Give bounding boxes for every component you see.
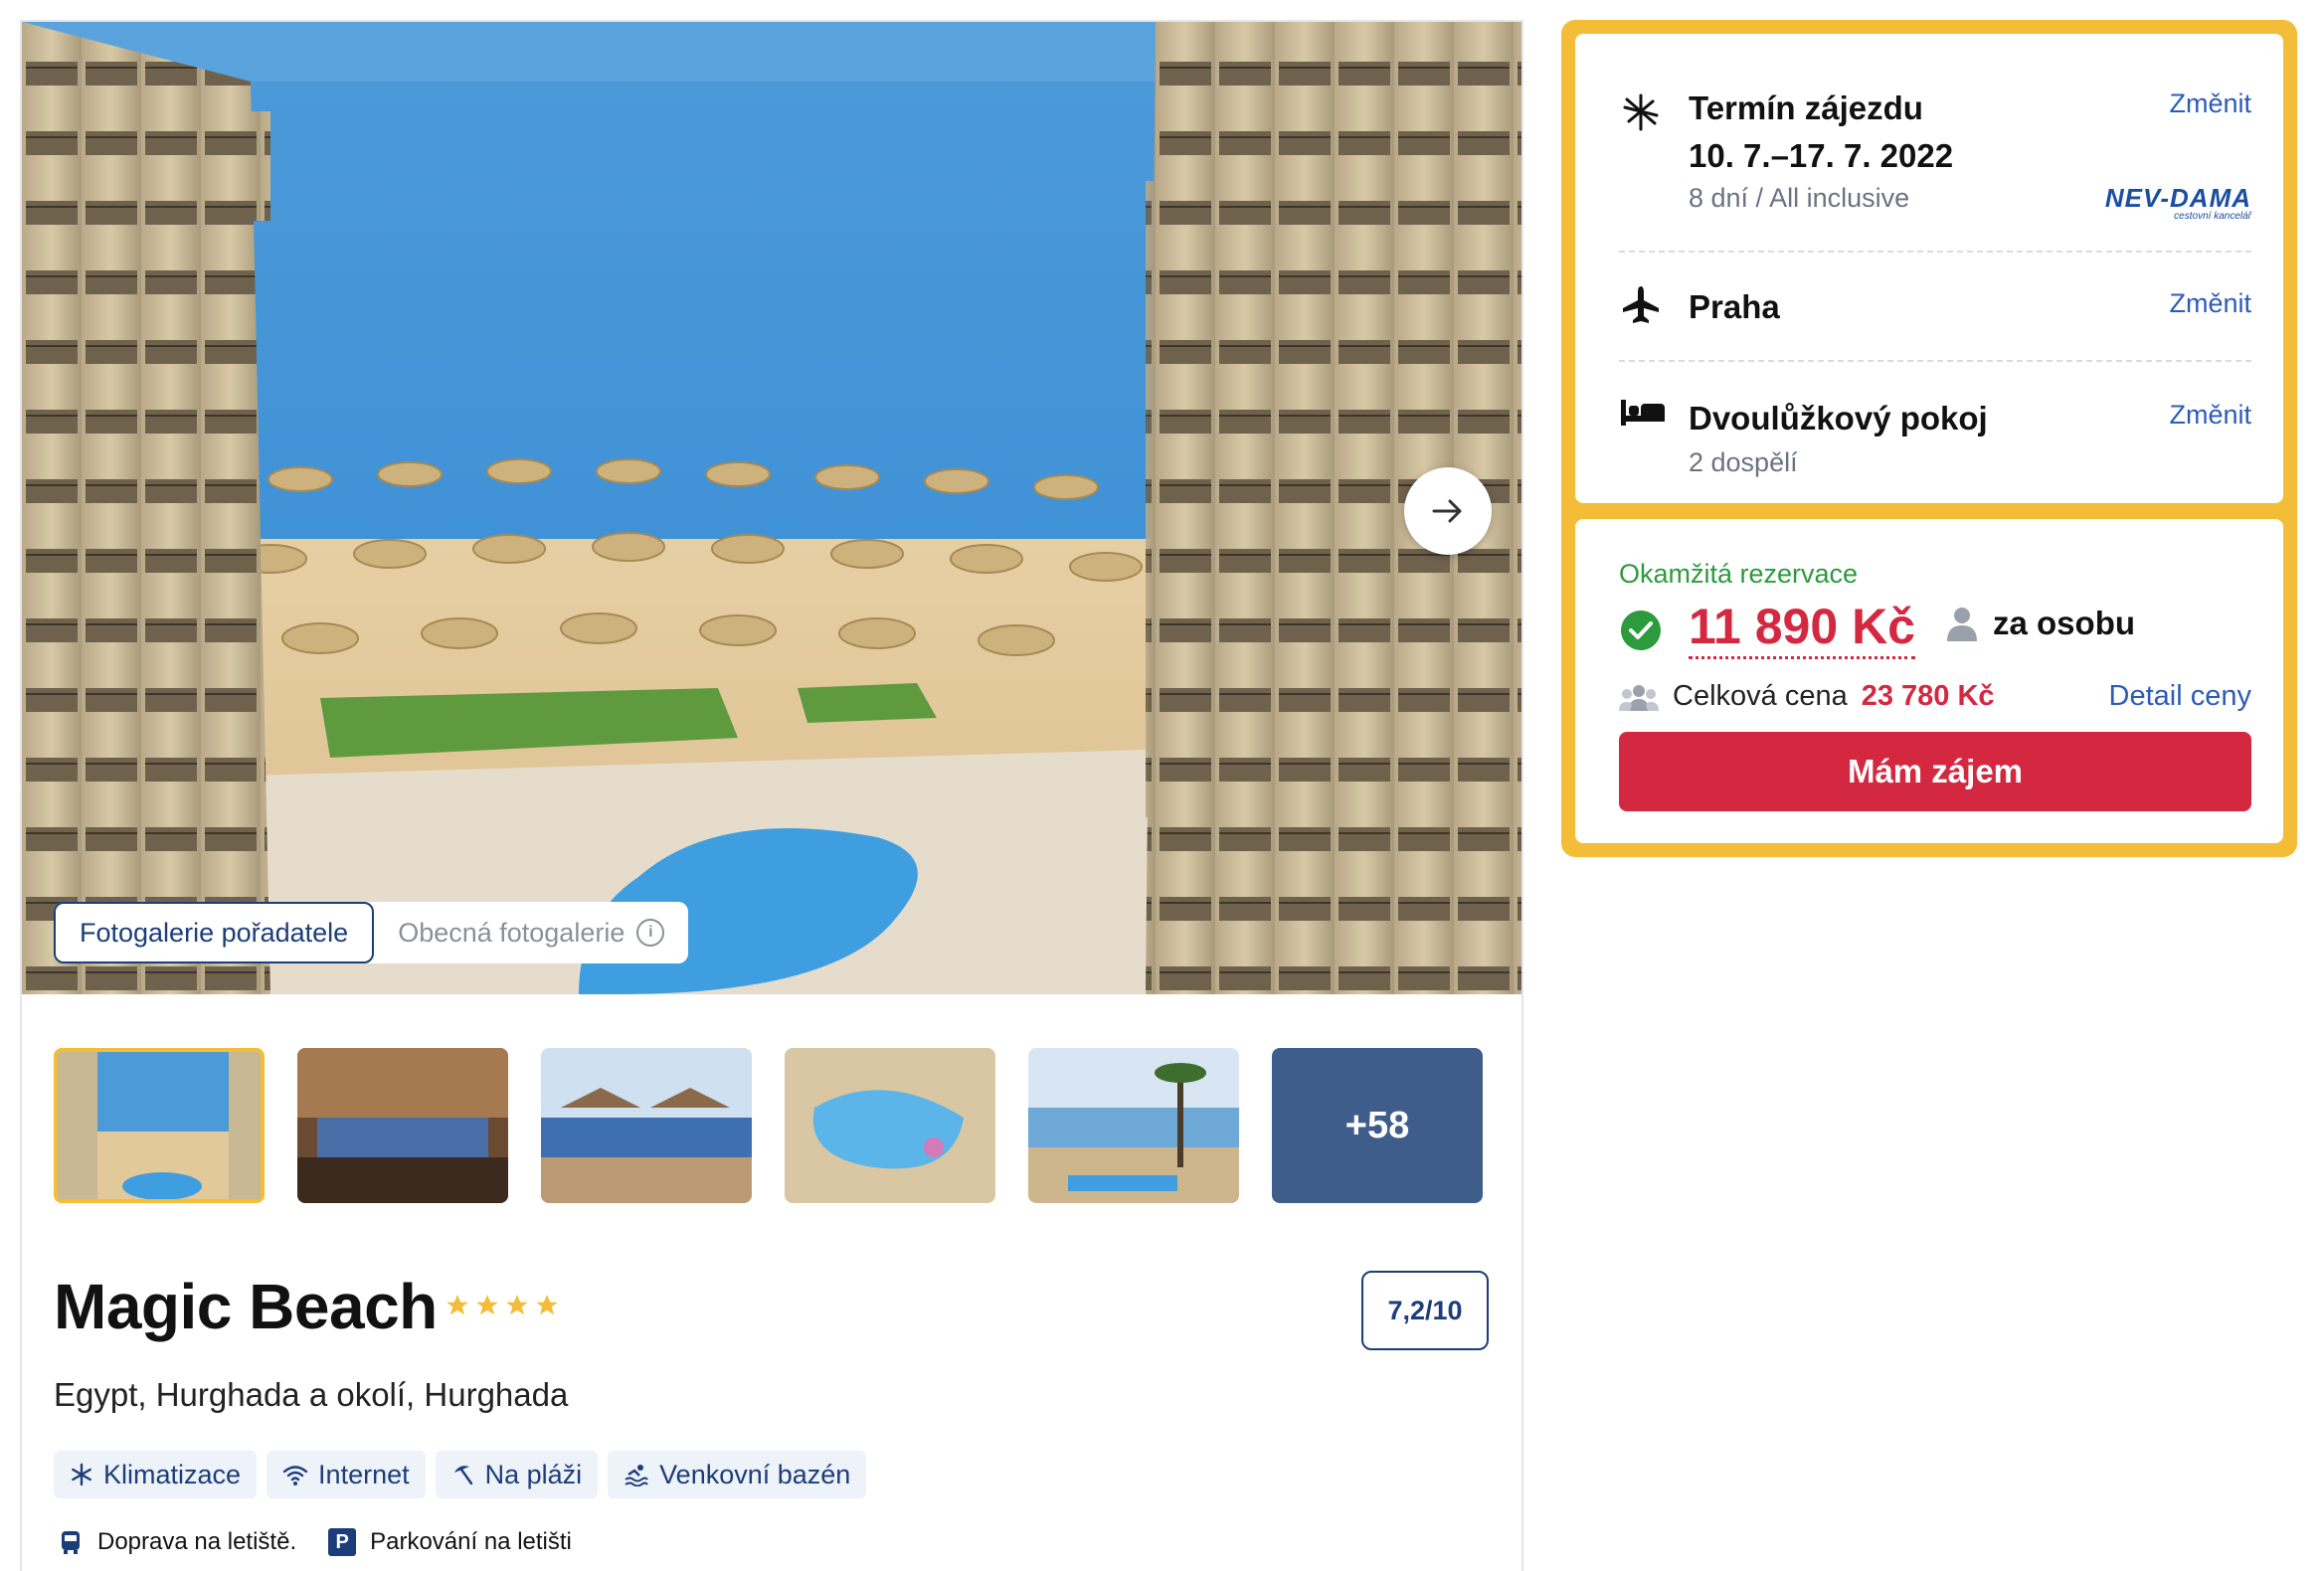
beach-umbrella-icon: [453, 1466, 472, 1485]
bus-icon: [62, 1531, 80, 1554]
change-departure-link[interactable]: Změnit: [2169, 288, 2251, 319]
group-icon: [1619, 684, 1659, 711]
amenity-outdoor-pool: Venkovní bazén: [608, 1451, 867, 1498]
parking-icon: P: [328, 1528, 357, 1556]
total-price-row: Celková cena 23 780 Kč: [1619, 680, 1995, 713]
agency-logo: NEV-DAMA cestovní kancelář: [2105, 185, 2251, 222]
amenity-label: Klimatizace: [103, 1459, 242, 1489]
star-icon: [476, 1295, 498, 1315]
person-icon: [1947, 608, 1977, 641]
more-photos-count: +58: [1344, 1104, 1410, 1146]
price-detail-link[interactable]: Detail ceny: [2109, 680, 2251, 713]
amenity-label: Venkovní bazén: [659, 1459, 851, 1489]
thumbnail-2[interactable]: [297, 1048, 508, 1203]
total-price-value: 23 780 Kč: [1861, 680, 1995, 712]
price-card: Okamžitá rezervace 11 890 Kč za osobu Ce…: [1575, 519, 2283, 843]
gallery-tabs: Fotogalerie pořadatele Obecná fotogaleri…: [54, 902, 689, 963]
tab-organizer-gallery[interactable]: Fotogalerie pořadatele: [54, 902, 375, 963]
arrow-right-icon: [1432, 499, 1462, 523]
bed-icon: [1621, 400, 1665, 426]
thumbnail-1[interactable]: [54, 1048, 265, 1203]
hotel-location: Egypt, Hurghada a okolí, Hurghada: [54, 1376, 569, 1413]
tab-label: Fotogalerie pořadatele: [80, 917, 349, 948]
service-airport-transfer: Doprava na letiště.: [58, 1528, 296, 1556]
amenity-internet: Internet: [267, 1451, 426, 1498]
gallery-next-button[interactable]: [1404, 467, 1492, 555]
thumbnail-5[interactable]: [1028, 1048, 1239, 1203]
divider: [1619, 251, 2251, 253]
service-label: Parkování na letišti: [370, 1528, 572, 1555]
thumbnail-more[interactable]: +58: [1272, 1048, 1483, 1203]
thumbnail-3[interactable]: [541, 1048, 752, 1203]
service-airport-parking: P Parkování na letišti: [328, 1528, 572, 1556]
change-term-link[interactable]: Změnit: [2169, 88, 2251, 119]
total-price-label: Celková cena: [1673, 680, 1848, 712]
amenity-air-conditioning: Klimatizace: [54, 1451, 258, 1498]
amenity-on-beach: Na pláži: [435, 1451, 599, 1498]
trip-details-card: Termín zájezdu 10. 7.–17. 7. 2022 8 dní …: [1575, 34, 2283, 503]
change-room-link[interactable]: Změnit: [2169, 400, 2251, 431]
star-icon: [447, 1295, 468, 1315]
amenity-label: Internet: [318, 1459, 410, 1489]
hotel-name: Magic Beach: [54, 1271, 438, 1342]
info-icon[interactable]: i: [636, 919, 665, 947]
price-per-person[interactable]: 11 890 Kč: [1689, 597, 1915, 659]
wifi-icon: [282, 1466, 308, 1485]
hotel-stars: [445, 1293, 560, 1318]
term-dates: 10. 7.–17. 7. 2022: [1689, 137, 1954, 174]
services-list: Doprava na letiště. P Parkování na letiš…: [58, 1528, 572, 1556]
room-type: Dvoulůžkový pokoj: [1689, 400, 1988, 436]
per-person-label: za osobu: [1945, 605, 2135, 642]
rating-badge[interactable]: 7,2/10: [1361, 1271, 1489, 1350]
check-circle-icon: [1621, 611, 1661, 650]
departure-city: Praha: [1689, 288, 1780, 325]
room-occupancy: 2 dospělí: [1689, 447, 1798, 477]
hotel-card: Fotogalerie pořadatele Obecná fotogaleri…: [20, 20, 1523, 1571]
hero-photo[interactable]: [22, 22, 1521, 994]
thumbnail-4[interactable]: [785, 1048, 995, 1203]
booking-panel: Termín zájezdu 10. 7.–17. 7. 2022 8 dní …: [1561, 20, 2297, 857]
tab-general-gallery[interactable]: Obecná fotogalerie i: [374, 902, 688, 963]
divider: [1619, 360, 2251, 362]
tab-label: Obecná fotogalerie: [398, 917, 626, 948]
per-person-text: za osobu: [1993, 605, 2136, 641]
agency-logo-text: NEV-DAMA: [2104, 183, 2251, 213]
instant-booking-label: Okamžitá rezervace: [1619, 559, 1859, 589]
snowflake-icon: [72, 1463, 91, 1486]
star-icon: [536, 1295, 558, 1315]
term-length: 8 dní / All inclusive: [1689, 183, 1910, 213]
thumbnail-strip: +58: [54, 1048, 1506, 1207]
beach-icon: [1623, 93, 1659, 131]
airplane-icon: [1623, 286, 1659, 323]
service-label: Doprava na letiště.: [97, 1528, 297, 1555]
amenities-list: Klimatizace Internet Na pláži Venkovní b…: [54, 1451, 867, 1498]
star-icon: [506, 1295, 528, 1315]
interest-button[interactable]: Mám zájem: [1619, 732, 2251, 811]
term-title: Termín zájezdu: [1689, 89, 1923, 126]
pool-icon: [625, 1465, 648, 1486]
amenity-label: Na pláži: [484, 1459, 583, 1489]
